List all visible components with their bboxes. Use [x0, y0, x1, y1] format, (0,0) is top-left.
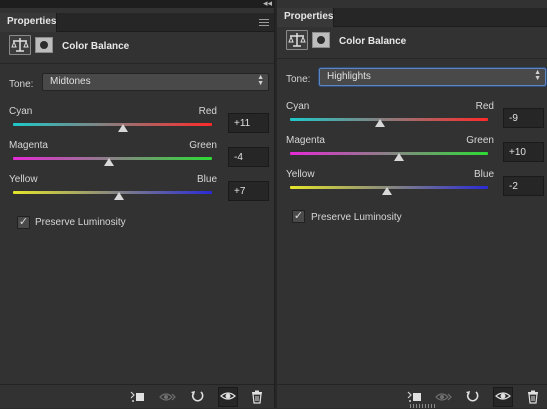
slider-yellow-blue: Yellow Blue +7	[0, 174, 274, 214]
slider-thumb[interactable]	[375, 119, 386, 127]
slider-right-label: Red	[475, 101, 494, 112]
tone-select-value: Highlights	[327, 71, 371, 82]
slider-value-field[interactable]: -9	[503, 108, 544, 128]
slider-track[interactable]	[290, 118, 488, 121]
slider-value-field[interactable]: -2	[503, 176, 544, 196]
panel-footer	[277, 384, 547, 408]
slider-right-label: Blue	[196, 174, 217, 185]
slider-left-label: Yellow	[9, 174, 38, 185]
select-arrows-icon: ▲ ▼	[534, 69, 541, 82]
tab-properties[interactable]: Properties	[277, 8, 334, 27]
slider-track[interactable]	[290, 152, 488, 155]
adjustment-title: Color Balance	[62, 41, 130, 52]
tab-bar: Properties	[0, 13, 274, 32]
tone-select[interactable]: Highlights ▲ ▼	[319, 68, 546, 86]
slider-yellow-blue: Yellow Blue -2	[277, 169, 547, 209]
clip-to-layer-icon[interactable]	[406, 389, 422, 405]
visibility-icon[interactable]	[493, 387, 513, 407]
slider-track[interactable]	[13, 191, 212, 194]
adjustment-title: Color Balance	[339, 36, 407, 47]
slider-track[interactable]	[13, 123, 212, 126]
panel-top-bar: ◂◂	[0, 0, 274, 8]
slider-left-label: Cyan	[9, 106, 33, 117]
color-balance-icon	[9, 35, 31, 55]
view-previous-icon[interactable]	[435, 389, 452, 405]
adjustment-header: Color Balance	[277, 27, 547, 59]
layer-mask-icon[interactable]	[312, 32, 330, 48]
preserve-luminosity-label: Preserve Luminosity	[311, 212, 402, 223]
slider-thumb[interactable]	[103, 158, 114, 166]
tone-select[interactable]: Midtones ▲ ▼	[42, 73, 269, 91]
panel-footer	[0, 384, 274, 408]
slider-right-label: Blue	[473, 169, 494, 180]
slider-value-field[interactable]: +10	[503, 142, 544, 162]
resize-grip[interactable]	[410, 404, 436, 408]
slider-left-label: Cyan	[286, 101, 310, 112]
preserve-luminosity-label: Preserve Luminosity	[35, 217, 126, 228]
slider-thumb[interactable]	[114, 192, 125, 200]
slider-right-label: Green	[466, 135, 494, 146]
clip-to-layer-icon[interactable]	[129, 389, 145, 405]
slider-thumb[interactable]	[393, 153, 404, 161]
select-arrows-icon: ▲ ▼	[257, 74, 264, 87]
slider-left-label: Magenta	[286, 135, 325, 146]
slider-thumb[interactable]	[118, 124, 129, 132]
slider-value-field[interactable]: +11	[228, 113, 269, 133]
properties-panel-right: Properties Color Balance Tone: Highlight…	[277, 0, 547, 408]
tone-select-value: Midtones	[50, 76, 91, 87]
reset-icon[interactable]	[189, 389, 205, 405]
slider-right-label: Red	[198, 106, 217, 117]
tone-label: Tone:	[9, 79, 34, 90]
properties-panel-left: ◂◂ Properties Color Balance Tone: Midton…	[0, 0, 275, 408]
trash-icon[interactable]	[525, 389, 541, 405]
panel-menu-icon[interactable]	[259, 19, 269, 26]
slider-left-label: Magenta	[9, 140, 48, 151]
slider-value-field[interactable]: +7	[228, 181, 269, 201]
tone-label: Tone:	[286, 74, 311, 85]
preserve-luminosity-checkbox[interactable]: ✓	[17, 216, 30, 229]
reset-icon[interactable]	[464, 389, 480, 405]
adjustment-header: Color Balance	[0, 32, 274, 64]
tab-bar: Properties	[277, 8, 547, 27]
slider-thumb[interactable]	[382, 187, 393, 195]
tab-properties[interactable]: Properties	[0, 13, 57, 32]
collapse-icon[interactable]: ◂◂	[263, 0, 272, 8]
view-previous-icon[interactable]	[159, 389, 176, 405]
layer-mask-icon[interactable]	[35, 37, 53, 53]
preserve-luminosity-checkbox[interactable]: ✓	[292, 210, 305, 223]
slider-value-field[interactable]: -4	[228, 147, 269, 167]
color-balance-icon	[286, 30, 308, 50]
slider-right-label: Green	[189, 140, 217, 151]
trash-icon[interactable]	[249, 389, 265, 405]
slider-left-label: Yellow	[286, 169, 315, 180]
visibility-icon[interactable]	[218, 387, 238, 407]
